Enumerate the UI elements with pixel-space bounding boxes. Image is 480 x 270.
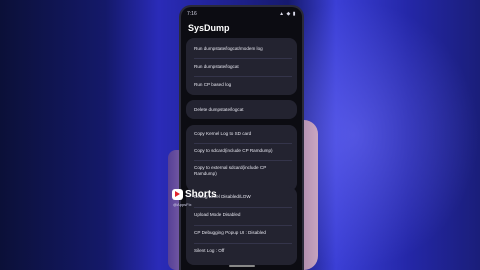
menu-item-run-cp-log[interactable]: Run CP based log [194, 82, 231, 88]
menu-item-copy-kernel-log[interactable]: Copy Kernel Log to SD card [194, 131, 251, 137]
status-time: 7:16 [187, 11, 197, 17]
menu-item-copy-external-sdcard[interactable]: Copy to external sdcard(include CP Ramdu… [194, 165, 290, 176]
menu-item-cp-debug-popup[interactable]: CP Debugging Popup UI : Disabled [194, 230, 266, 236]
divider [194, 225, 292, 226]
shorts-brand: Shorts [185, 189, 217, 200]
shorts-logo-icon [172, 189, 183, 200]
menu-item-delete-dumpstate[interactable]: Delete dumpstate/logcat [194, 107, 244, 113]
card-dump-options: Run dumpstate/logcat/modem log Run dumps… [186, 38, 297, 95]
menu-item-upload-mode[interactable]: Upload Mode Disabled [194, 212, 240, 218]
status-icons: ▲ ◆ ▮ [279, 11, 296, 17]
divider [194, 76, 292, 77]
divider [194, 160, 292, 161]
phone-screen: 7:16 ▲ ◆ ▮ SysDump Run dumpstate/logcat/… [181, 7, 302, 270]
divider [194, 143, 292, 144]
status-bar: 7:16 ▲ ◆ ▮ [181, 10, 302, 18]
page-title: SysDump [188, 23, 230, 33]
divider [194, 58, 292, 59]
divider [194, 207, 292, 208]
card-copy-options: Copy Kernel Log to SD card Copy to sdcar… [186, 125, 297, 191]
menu-item-run-dumpstate[interactable]: Run dumpstate/logcat [194, 64, 239, 70]
channel-handle[interactable]: @AppsFix [173, 202, 192, 207]
divider [194, 243, 292, 244]
menu-item-silent-log[interactable]: Silent Log : Off [194, 248, 224, 254]
card-delete: Delete dumpstate/logcat [186, 100, 297, 119]
menu-item-copy-sdcard[interactable]: Copy to sdcard(include CP Ramdump) [194, 148, 273, 154]
background-glow [300, 0, 480, 270]
home-indicator[interactable] [229, 265, 255, 267]
menu-item-run-dumpstate-modem[interactable]: Run dumpstate/logcat/modem log [194, 46, 263, 52]
